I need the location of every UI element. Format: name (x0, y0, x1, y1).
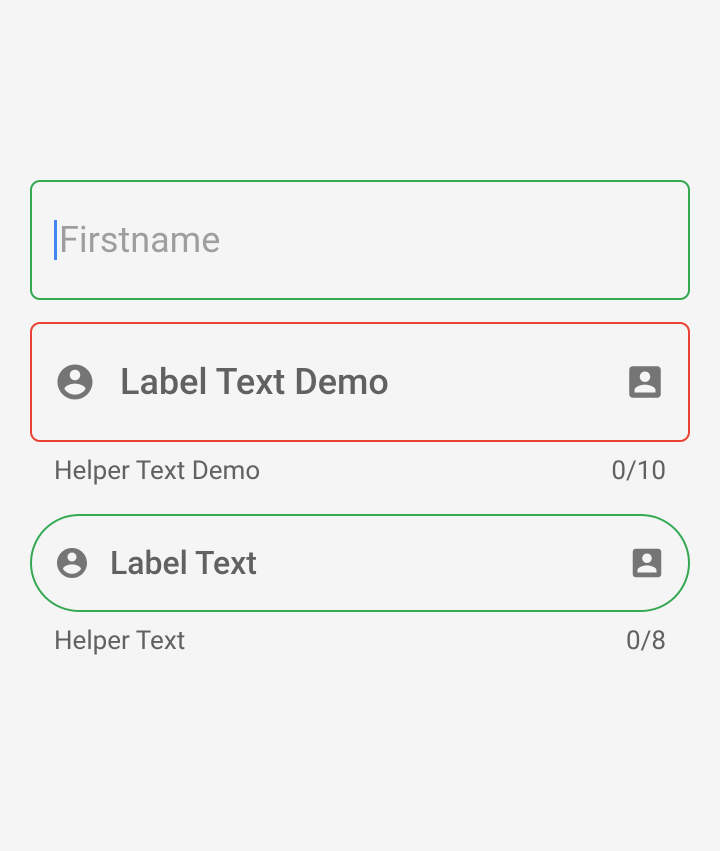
helper-row-pill: Helper Text 0/8 (30, 612, 690, 656)
firstname-placeholder: Firstname (59, 219, 220, 261)
helper-text-pill: Helper Text (54, 626, 185, 656)
person-icon (54, 545, 90, 581)
firstname-field[interactable]: Firstname (30, 180, 690, 300)
text-cursor (54, 220, 57, 260)
label-demo-text: Label Text Demo (120, 361, 624, 403)
helper-text-demo: Helper Text Demo (54, 456, 260, 486)
counter-demo: 0/10 (611, 456, 666, 486)
label-pill-field[interactable]: Label Text (30, 514, 690, 612)
helper-row: Helper Text Demo 0/10 (30, 442, 690, 486)
label-pill-text: Label Text (110, 544, 628, 582)
person-icon (54, 361, 96, 403)
label-demo-field[interactable]: Label Text Demo (30, 322, 690, 442)
account-box-icon (628, 544, 666, 582)
account-box-icon (624, 361, 666, 403)
counter-pill: 0/8 (626, 626, 666, 656)
